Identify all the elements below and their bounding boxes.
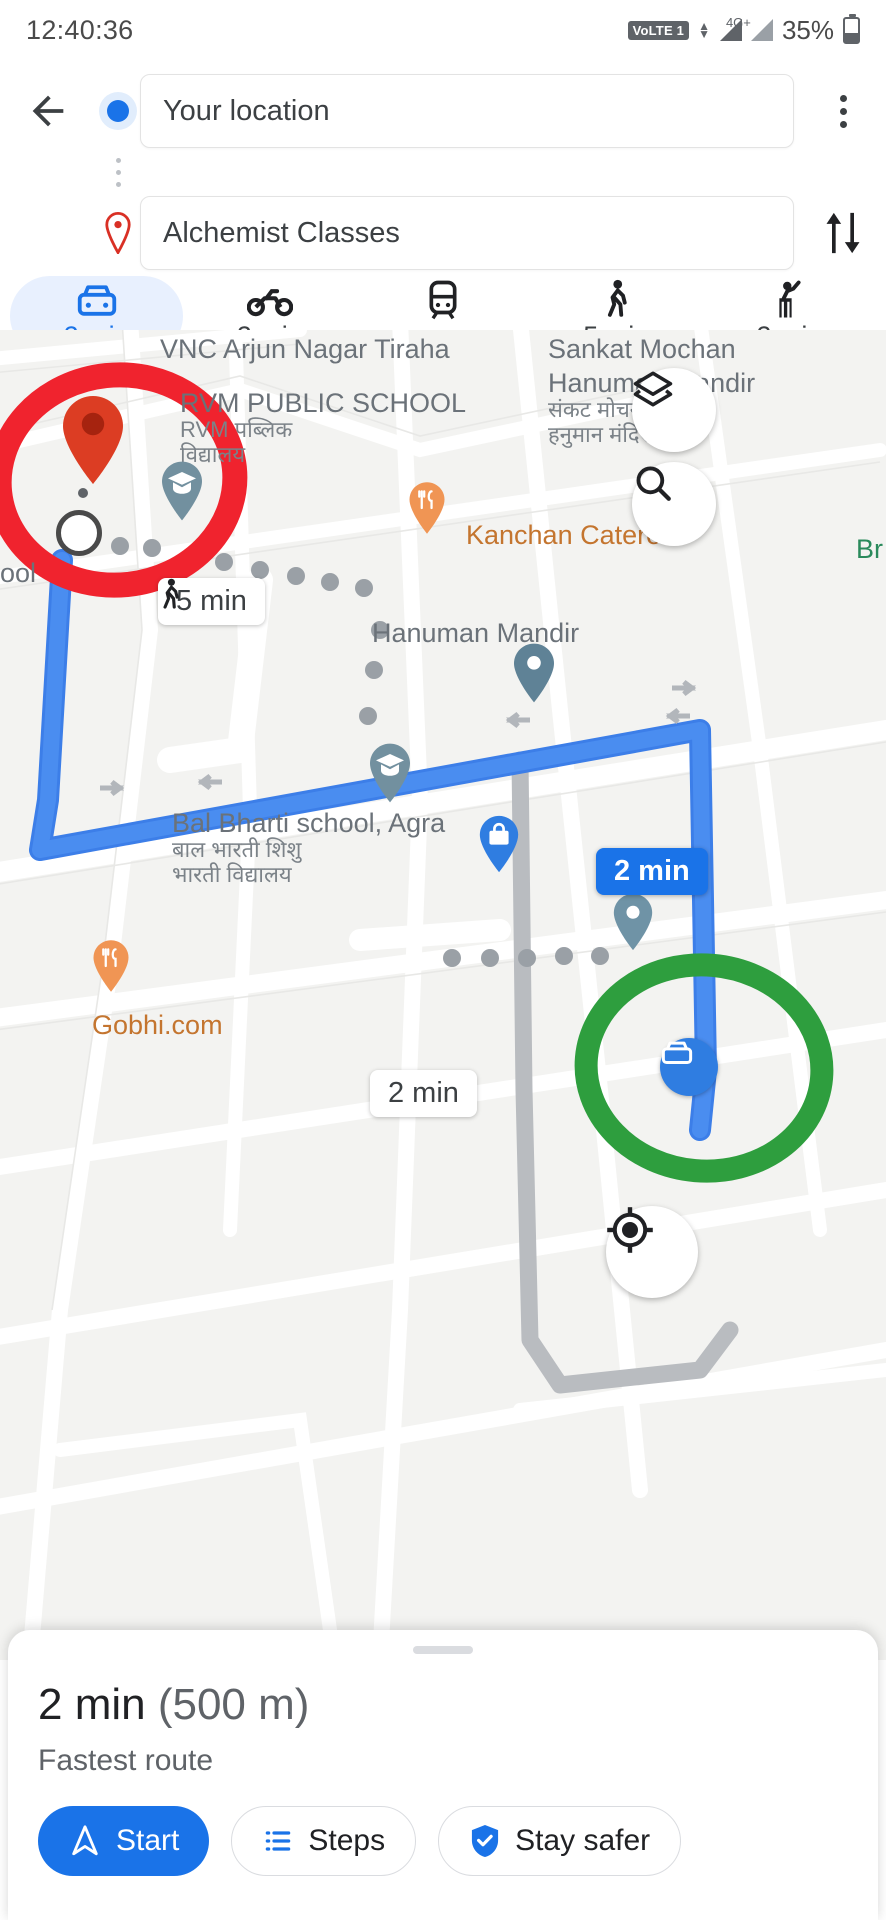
map-layers-button[interactable] xyxy=(632,368,716,452)
list-icon xyxy=(266,1831,291,1851)
destination-value: Alchemist Classes xyxy=(163,216,400,249)
walking-time-label: 5 min xyxy=(176,585,247,617)
start-button-label: Start xyxy=(116,1824,180,1857)
steps-button[interactable]: Steps xyxy=(231,1806,417,1876)
route-bottom-sheet[interactable]: 2 min (500 m) Fastest route Start Steps … xyxy=(8,1630,878,1920)
current-location-dot xyxy=(56,510,102,556)
destination-marker[interactable] xyxy=(58,394,128,486)
route-eta: 2 min xyxy=(38,1680,146,1729)
train-icon xyxy=(426,280,460,319)
origin-dot-icon xyxy=(107,100,129,122)
stay-safer-button-label: Stay safer xyxy=(515,1824,651,1857)
layers-icon xyxy=(633,371,673,407)
map-pin-icon xyxy=(105,212,131,254)
destination-row: Alchemist Classes xyxy=(0,190,886,276)
stay-safer-button[interactable]: Stay safer xyxy=(438,1806,682,1876)
steps-button-label: Steps xyxy=(308,1824,386,1857)
volte-indicator: VoLTE 1 xyxy=(627,20,690,40)
search-icon xyxy=(636,466,671,501)
walking-icon xyxy=(163,578,179,609)
navigation-arrow-icon xyxy=(72,1825,98,1856)
battery-percent-label: 35% xyxy=(781,14,834,45)
motorcycle-icon xyxy=(246,281,293,319)
signal-strength-1-icon: 4G+ xyxy=(719,15,751,41)
battery-icon xyxy=(843,13,860,44)
sheet-drag-handle[interactable] xyxy=(413,1646,473,1654)
shield-check-icon xyxy=(471,1825,499,1857)
restaurant-pin-2[interactable] xyxy=(90,938,132,994)
route-actions: Start Steps Stay safer xyxy=(38,1806,848,1876)
my-location-icon xyxy=(607,1207,653,1253)
more-vertical-icon xyxy=(839,94,847,128)
route-time-label: 2 min xyxy=(614,855,690,887)
hail-ride-icon xyxy=(773,280,805,319)
network-type-label: 4G+ xyxy=(725,15,751,30)
connector-dots-icon xyxy=(115,157,121,187)
walking-icon xyxy=(601,279,631,319)
temple-place-pin[interactable] xyxy=(510,642,558,704)
route-type-label: Fastest route xyxy=(38,1744,214,1777)
destination-input[interactable]: Alchemist Classes xyxy=(140,196,794,270)
car-icon xyxy=(661,1041,693,1065)
map-pin-red-icon xyxy=(63,396,123,484)
route-eta-line: 2 min (500 m) xyxy=(38,1680,848,1730)
status-bar: 12:40:36 VoLTE 1 ▲ ▼ 4G+ 35% xyxy=(0,0,886,60)
car-icon xyxy=(76,281,118,319)
store-pin[interactable] xyxy=(476,814,524,876)
back-button[interactable] xyxy=(0,88,96,134)
origin-row: Your location xyxy=(0,68,886,154)
map-search-button[interactable] xyxy=(632,462,716,546)
school-pin-1[interactable] xyxy=(158,460,206,522)
back-arrow-icon xyxy=(32,95,64,127)
origin-input[interactable]: Your location xyxy=(140,74,794,148)
alternate-time-chip[interactable]: 2 min xyxy=(370,1070,477,1117)
map-canvas[interactable]: VNC Arjun Nagar Tiraha Sankat Mochan Han… xyxy=(0,330,886,1660)
poi-label-gobhi-com[interactable]: Gobhi.com xyxy=(92,1010,223,1041)
data-transfer-icon: ▲ ▼ xyxy=(698,19,710,41)
car-position-marker[interactable] xyxy=(660,1038,718,1096)
alternate-time-label: 2 min xyxy=(388,1077,459,1109)
swap-route-button[interactable] xyxy=(800,208,886,258)
directions-header: Your location Alchemist Classes xyxy=(0,60,886,362)
school-pin-2[interactable] xyxy=(366,742,414,804)
origin-dot-indicator xyxy=(96,100,140,122)
walking-time-chip[interactable]: 5 min xyxy=(158,578,265,625)
route-connector xyxy=(0,154,886,190)
swap-vertical-icon xyxy=(826,212,860,254)
restaurant-pin-1[interactable] xyxy=(406,480,448,536)
route-time-chip[interactable]: 2 min xyxy=(596,848,708,895)
place-pin-2[interactable] xyxy=(610,892,658,954)
route-distance: (500 m) xyxy=(157,1680,310,1729)
my-location-button[interactable] xyxy=(606,1206,698,1298)
status-bar-clock: 12:40:36 xyxy=(26,14,134,45)
overflow-menu-button[interactable] xyxy=(800,94,886,128)
start-button[interactable]: Start xyxy=(38,1806,210,1876)
maps-directions-screen: 12:40:36 VoLTE 1 ▲ ▼ 4G+ 35% Your locati… xyxy=(0,0,886,1920)
route-start-dot xyxy=(78,488,88,498)
origin-value: Your location xyxy=(163,94,330,127)
poi-label-br[interactable]: Br xyxy=(856,534,883,565)
signal-strength-2-icon xyxy=(750,19,773,41)
destination-pin-indicator xyxy=(96,212,140,254)
